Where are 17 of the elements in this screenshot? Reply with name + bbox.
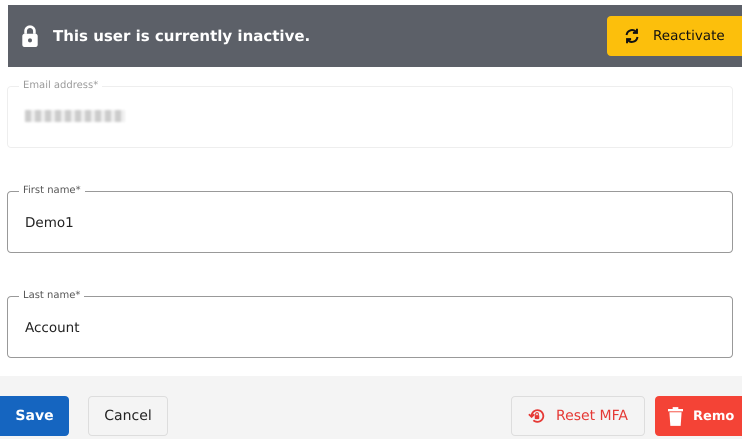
reset-mfa-button[interactable]: Reset MFA [511, 396, 645, 436]
lock-icon [21, 25, 39, 47]
lock-reset-icon [528, 407, 546, 425]
cancel-button[interactable]: Cancel [88, 396, 168, 436]
text-field[interactable]: First name* Demo1 [7, 185, 733, 253]
save-button[interactable]: Save [0, 396, 69, 436]
field-value: Demo1 [25, 215, 74, 231]
banner-message: This user is currently inactive. [53, 27, 312, 45]
field-label: Email address* [22, 80, 100, 92]
text-field[interactable]: Last name* Account [7, 290, 733, 358]
field-label: Last name* [22, 290, 82, 302]
field-label: First name* [22, 185, 82, 197]
trash-icon [668, 406, 683, 426]
field-value: Account [25, 320, 80, 336]
remove-button[interactable]: Remo [655, 396, 742, 436]
refresh-icon [623, 27, 641, 45]
reactivate-button[interactable]: Reactivate [607, 16, 742, 56]
